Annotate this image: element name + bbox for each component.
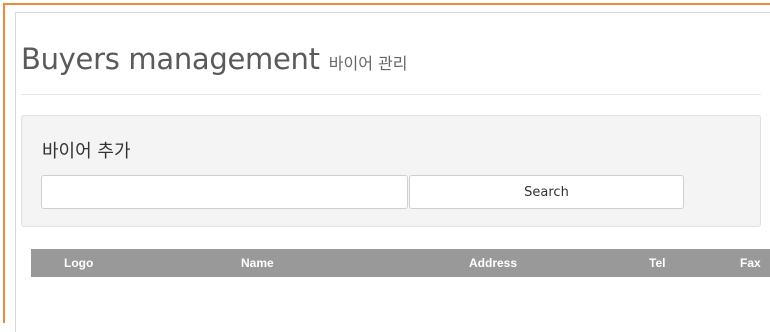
column-header-tel[interactable]: Tel (649, 249, 665, 277)
search-input[interactable] (41, 175, 408, 209)
column-header-fax[interactable]: Fax (740, 249, 761, 277)
page-title-text: Buyers management (21, 42, 320, 76)
add-buyer-heading: 바이어 추가 (42, 141, 131, 162)
column-header-name[interactable]: Name (241, 249, 274, 277)
page-title: Buyers management 바이어 관리 (21, 42, 407, 76)
table-header: Logo Name Address Tel Fax (31, 249, 770, 277)
column-header-logo[interactable]: Logo (64, 249, 93, 277)
add-buyer-section: 바이어 추가 Search (21, 115, 761, 227)
search-button[interactable]: Search (409, 175, 684, 209)
title-divider (21, 94, 761, 95)
column-header-address[interactable]: Address (469, 249, 517, 277)
page-subtitle-text: 바이어 관리 (328, 54, 408, 73)
